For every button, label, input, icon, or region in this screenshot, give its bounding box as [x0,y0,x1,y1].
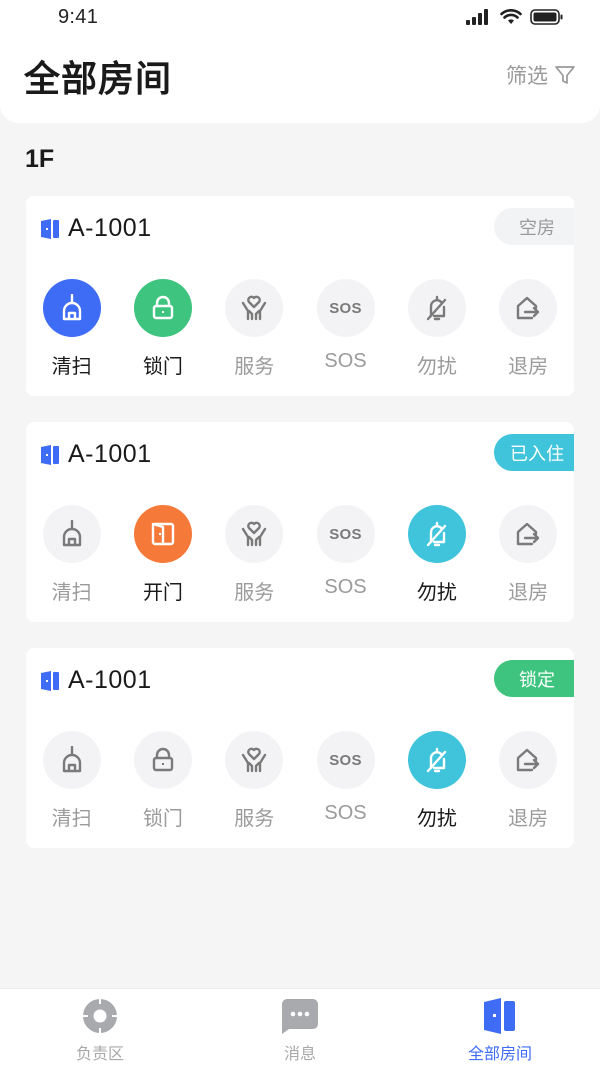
room-actions: 清扫 锁门 服务 SOS SOS 勿扰 退房 [26,731,574,831]
sos-icon: SOS [316,505,375,563]
room-header: A-1001 [40,440,152,469]
action-checkout-house-button[interactable]: 退房 [482,279,573,379]
battery-icon [530,9,563,25]
tab-responsibility-area[interactable]: 负责区 [0,989,200,1067]
action-lock-button[interactable]: 锁门 [117,279,208,379]
service-hands-heart-icon [225,279,284,337]
action-label: 服务 [234,356,275,378]
action-label: SOS [324,802,367,824]
action-do-not-disturb-bell-button[interactable]: 勿扰 [391,731,482,831]
floor-label: 1F [25,145,55,173]
signal-icon [466,9,488,25]
lock-icon [133,279,192,337]
do-not-disturb-bell-icon [407,505,466,563]
room-header: A-1001 [40,214,152,243]
room-card[interactable]: A-1001 已入住清扫 开门 服务 SOS SOS 勿扰 退房 [26,422,574,622]
do-not-disturb-bell-icon [407,731,466,789]
action-do-not-disturb-bell-button[interactable]: 勿扰 [391,505,482,605]
lock-icon [133,731,192,789]
room-card[interactable]: A-1001 空房清扫 锁门 服务 SOS SOS 勿扰 退房 [26,196,574,396]
sos-icon: SOS [316,279,375,337]
room-status-badge: 已入住 [494,434,574,471]
action-label: 清扫 [51,808,92,830]
action-label: 清扫 [51,582,92,604]
tab-messages[interactable]: 消息 [200,989,400,1067]
room-card[interactable]: A-1001 锁定清扫 锁门 服务 SOS SOS 勿扰 退房 [26,648,574,848]
room-actions: 清扫 锁门 服务 SOS SOS 勿扰 退房 [26,279,574,379]
tab-label: 负责区 [75,1046,124,1063]
action-label: 勿扰 [416,356,457,378]
room-status-badge: 锁定 [494,660,574,697]
action-label: 锁门 [142,356,183,378]
service-hands-heart-icon [225,731,284,789]
action-open-door-button[interactable]: 开门 [117,505,208,605]
action-broom-button[interactable]: 清扫 [26,279,117,379]
door-icon [41,444,59,465]
action-broom-button[interactable]: 清扫 [26,505,117,605]
action-broom-button[interactable]: 清扫 [26,731,117,831]
action-label: 服务 [234,808,275,830]
action-label: 开门 [142,582,183,604]
action-label: 勿扰 [416,582,457,604]
door-icon [484,998,515,1034]
room-number: A-1001 [68,214,152,242]
action-label: 清扫 [51,356,92,378]
action-lock-button[interactable]: 锁门 [117,731,208,831]
action-label: SOS [324,350,367,372]
filter-label: 筛选 [506,65,548,88]
do-not-disturb-bell-icon [407,279,466,337]
broom-icon [42,279,101,337]
action-sos-button[interactable]: SOS SOS [300,279,391,379]
checkout-house-icon [499,505,558,563]
header: 9:41 全部房间 筛选 [0,0,600,123]
action-service-hands-heart-button[interactable]: 服务 [209,731,300,831]
filter-button[interactable]: 筛选 [506,60,576,90]
sos-glyph: SOS [329,751,362,769]
action-label: 服务 [234,582,275,604]
checkout-house-icon [499,279,558,337]
action-label: SOS [324,576,367,598]
message-icon [282,999,318,1034]
target-icon [81,997,119,1035]
room-number: A-1001 [68,440,152,468]
checkout-house-icon [499,731,558,789]
action-service-hands-heart-button[interactable]: 服务 [209,279,300,379]
action-label: 勿扰 [416,808,457,830]
bottom-tab-bar: 负责区 消息 全部房间 [0,988,600,1067]
action-service-hands-heart-button[interactable]: 服务 [209,505,300,605]
sos-glyph: SOS [329,299,362,317]
status-bar: 9:41 [0,0,600,40]
status-time: 9:41 [58,6,99,28]
tab-label: 全部房间 [467,1046,532,1063]
funnel-icon [555,66,575,84]
sos-glyph: SOS [329,525,362,543]
tab-all-rooms[interactable]: 全部房间 [400,989,600,1067]
wifi-icon [500,9,522,24]
broom-icon [42,505,101,563]
room-number: A-1001 [68,666,152,694]
action-label: 退房 [508,582,549,604]
service-hands-heart-icon [225,505,284,563]
page-title: 全部房间 [24,58,173,99]
tab-label: 消息 [283,1046,316,1063]
room-actions: 清扫 开门 服务 SOS SOS 勿扰 退房 [26,505,574,605]
action-sos-button[interactable]: SOS SOS [300,505,391,605]
door-icon [41,670,59,691]
status-icons [466,9,564,25]
action-label: 退房 [508,808,549,830]
room-status-badge: 空房 [494,208,574,245]
open-door-icon [133,505,192,563]
door-icon [41,218,59,239]
action-checkout-house-button[interactable]: 退房 [482,505,573,605]
broom-icon [42,731,101,789]
action-checkout-house-button[interactable]: 退房 [482,731,573,831]
action-sos-button[interactable]: SOS SOS [300,731,391,831]
action-label: 锁门 [142,808,183,830]
room-header: A-1001 [40,666,152,695]
action-label: 退房 [508,356,549,378]
sos-icon: SOS [316,731,375,789]
action-do-not-disturb-bell-button[interactable]: 勿扰 [391,279,482,379]
